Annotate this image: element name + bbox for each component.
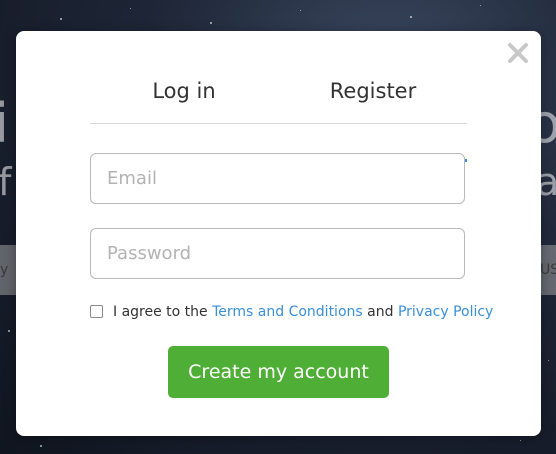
background-bar-text-left: y — [0, 262, 9, 278]
terms-conjunction-text: and — [367, 304, 394, 320]
create-account-button[interactable]: Create my account — [168, 346, 389, 398]
background-bar-text-right: US — [540, 262, 556, 278]
close-button[interactable] — [504, 39, 532, 67]
terms-checkbox[interactable] — [90, 305, 103, 318]
tab-login[interactable]: Log in — [90, 71, 278, 122]
privacy-policy-link[interactable]: Privacy Policy — [398, 304, 493, 320]
terms-prefix-text: I agree to the — [113, 304, 208, 320]
close-icon — [508, 43, 528, 63]
email-field[interactable] — [90, 153, 465, 204]
password-field[interactable] — [90, 228, 465, 279]
tab-register[interactable]: Register — [279, 71, 467, 122]
background-heading-left: i — [0, 92, 10, 155]
terms-and-conditions-link[interactable]: Terms and Conditions — [212, 304, 363, 320]
register-modal: Log in Register I agree to the Terms and… — [16, 31, 541, 436]
auth-tabs: Log in Register — [90, 71, 467, 162]
terms-agreement-text: I agree to the Terms and Conditions and … — [113, 303, 493, 321]
background-subheading-left: f — [0, 160, 12, 204]
